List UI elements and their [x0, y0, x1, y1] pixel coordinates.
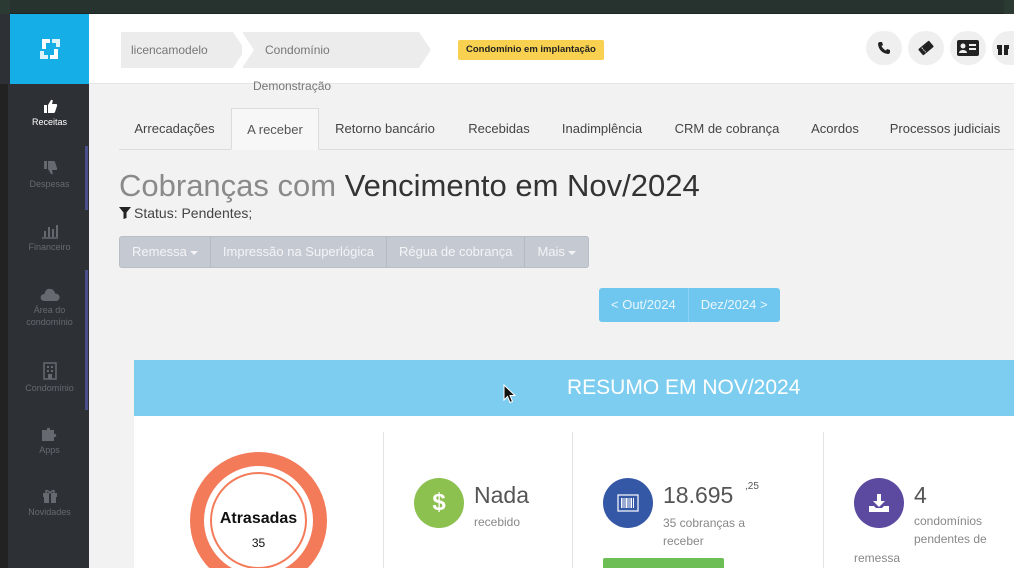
sidebar-accent: [85, 270, 88, 410]
sidebar-item-label: Área do condomínio: [26, 305, 73, 327]
sidebar-item-financeiro[interactable]: Financeiro: [10, 223, 89, 254]
remittance-value: 4: [914, 482, 927, 508]
page-title-prefix: Cobranças com: [119, 168, 337, 203]
barcode-icon: [603, 478, 653, 528]
tab-arrecadacoes[interactable]: Arrecadações: [119, 108, 230, 150]
phone-icon: [878, 42, 890, 54]
top-header: licencamodelo Condomínio Demonstração Co…: [89, 14, 1014, 93]
sidebar-item-label: Condomínio: [25, 383, 74, 393]
chevron-down-icon: [567, 250, 576, 255]
sidebar-item-apps[interactable]: Apps: [10, 426, 89, 457]
sidebar-item-receitas[interactable]: Receitas: [10, 98, 89, 129]
thumbs-up-icon: [43, 99, 57, 113]
tab-bar: Arrecadações A receber Retorno bancário …: [119, 108, 1014, 150]
filter-icon: [119, 207, 131, 219]
gift-icon: [42, 489, 57, 503]
sidebar-accent: [85, 146, 88, 210]
breadcrumb-label: licencamodelo: [131, 43, 208, 57]
logo-icon: [39, 39, 60, 59]
overdue-count: 35: [251, 536, 266, 550]
divider: [383, 432, 384, 568]
phone-button[interactable]: [866, 31, 902, 65]
ticket-icon: [918, 40, 934, 56]
status-text: Status: Pendentes;: [134, 205, 253, 221]
breadcrumb-label: Condomínio Demonstração: [253, 43, 332, 93]
app-logo[interactable]: [10, 14, 89, 84]
sidebar-item-label: Receitas: [31, 117, 67, 127]
sidebar-item-condominio[interactable]: Condomínio: [10, 362, 89, 395]
page-title-main: Vencimento em Nov/2024: [344, 168, 700, 203]
remessa-dropdown[interactable]: Remessa: [120, 237, 211, 267]
status-badge: Condomínio em implantação: [458, 40, 604, 60]
sidebar-item-despesas[interactable]: Despesas: [10, 160, 89, 191]
tab-crm-cobranca[interactable]: CRM de cobrança: [667, 108, 787, 150]
received-value: Nada: [474, 482, 529, 508]
overdue-label: Atrasadas: [219, 510, 298, 527]
summary-heading: RESUMO EM NOV/2024: [567, 376, 801, 399]
tab-retorno-bancario[interactable]: Retorno bancário: [325, 108, 445, 150]
sidebar-item-area-condominio[interactable]: Área do condomínio: [10, 286, 89, 328]
tab-processos-judiciais[interactable]: Processos judiciais: [883, 108, 1007, 150]
divider: [823, 432, 824, 568]
receivable-value: 18.695: [663, 482, 734, 508]
window-top-strip: [0, 0, 1014, 14]
mais-label: Mais: [537, 244, 565, 259]
download-icon: [854, 478, 904, 528]
tab-acordos[interactable]: Acordos: [800, 108, 870, 150]
mouse-cursor-icon: [503, 384, 516, 404]
contact-card-icon: [957, 40, 979, 56]
impressao-button[interactable]: Impressão na Superlógica: [211, 237, 387, 267]
ticket-button[interactable]: [908, 31, 944, 65]
next-month-button[interactable]: Dez/2024 >: [688, 288, 780, 322]
cloud-icon: [40, 288, 60, 301]
sidebar-item-label: Financeiro: [28, 242, 71, 252]
summary-panel: RESUMO EM NOV/2024 Atrasadas 35 $ Nada r…: [134, 360, 1014, 568]
breadcrumb-licenca[interactable]: licencamodelo: [121, 32, 245, 68]
divider: [572, 432, 573, 568]
regua-cobranca-button[interactable]: Régua de cobrança: [387, 237, 526, 267]
dollar-icon: $: [414, 478, 464, 528]
received-label: recebido: [474, 515, 521, 529]
breadcrumb-condominio[interactable]: Condomínio Demonstração: [242, 32, 431, 93]
tab-inadimplencia[interactable]: Inadimplência: [552, 108, 652, 150]
puzzle-icon: [41, 427, 56, 441]
prev-month-button[interactable]: < Out/2024: [599, 288, 689, 322]
chevron-down-icon: [189, 250, 198, 255]
bar-chart-icon: [41, 225, 58, 239]
receivable-cents: ,25: [745, 481, 759, 492]
status-filter: Status: Pendentes;: [119, 205, 252, 221]
gift-button[interactable]: [992, 31, 1014, 65]
receivable-label: 35 cobranças a receber: [663, 516, 746, 548]
building-icon: [42, 362, 57, 380]
mais-dropdown[interactable]: Mais: [525, 237, 587, 267]
action-button-group: Remessa Impressão na Superlógica Régua d…: [119, 236, 589, 268]
thumbs-down-icon: [43, 161, 57, 175]
overdue-ring[interactable]: Atrasadas 35: [190, 452, 327, 568]
sidebar-item-label: Despesas: [29, 179, 70, 189]
sidebar-item-novidades[interactable]: Novidades: [10, 488, 89, 519]
remittance-label: condomínios pendentes de: [914, 514, 987, 546]
month-pager: < Out/2024 Dez/2024 >: [599, 288, 780, 322]
remessa-label: Remessa: [132, 244, 187, 259]
receivable-action-button[interactable]: [603, 558, 724, 568]
sidebar: Receitas Despesas Financeiro Área do con…: [0, 14, 89, 568]
contact-card-button[interactable]: [950, 31, 986, 65]
tab-recebidas[interactable]: Recebidas: [454, 108, 544, 150]
remittance-label-2: remessa: [854, 551, 901, 565]
sidebar-item-label: Novidades: [28, 507, 71, 517]
gift-icon: [997, 45, 1009, 55]
tab-a-receber[interactable]: A receber: [231, 108, 319, 150]
sidebar-item-label: Apps: [39, 445, 60, 455]
summary-header: RESUMO EM NOV/2024: [134, 360, 1014, 416]
page-title: Cobranças com Vencimento em Nov/2024: [119, 168, 700, 204]
